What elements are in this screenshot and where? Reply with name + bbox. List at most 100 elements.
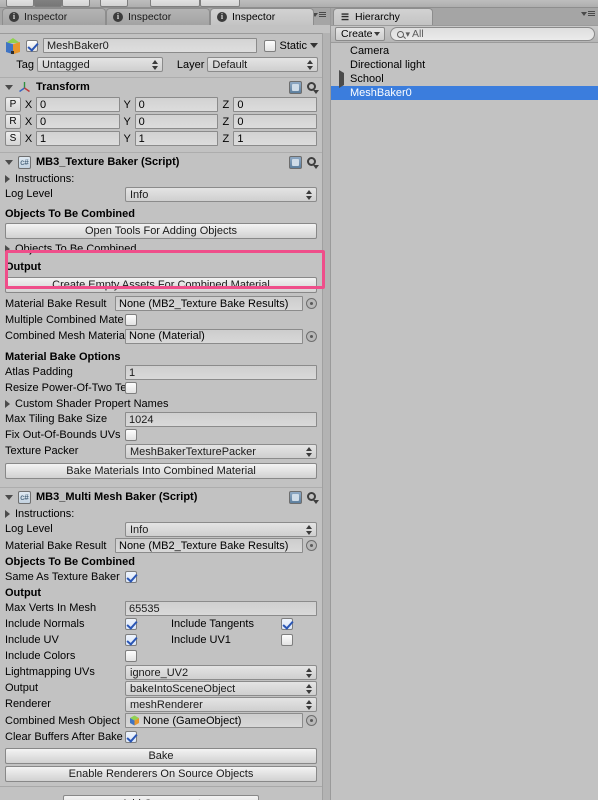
hierarchy-item-meshbaker0[interactable]: MeshBaker0 (331, 86, 598, 100)
expand-arrow-icon[interactable] (339, 70, 347, 88)
help-icon[interactable] (289, 80, 302, 94)
static-dropdown-icon[interactable] (310, 43, 318, 48)
lightmapping-value: ignore_UV2 (130, 666, 189, 679)
custom-shader-properties-foldout[interactable]: Custom Shader Propert Names (0, 396, 322, 411)
rotation-button[interactable]: R (5, 114, 21, 129)
multiple-combined-checkbox[interactable] (125, 314, 137, 326)
tab-inspector-2[interactable]: i Inspector (106, 8, 210, 25)
fix-out-of-bounds-checkbox[interactable] (125, 429, 137, 441)
gameobject-name-input[interactable]: MeshBaker0 (43, 38, 258, 53)
rotation-x-input[interactable]: 0 (36, 114, 120, 129)
include-normals-label: Include Normals (5, 618, 85, 630)
multi-material-bake-result-field[interactable]: None (MB2_Texture Bake Results) (115, 538, 303, 553)
atlas-padding-input[interactable]: 1 (125, 364, 317, 380)
include-uv-checkbox[interactable] (125, 634, 137, 646)
material-bake-result-value: None (MB2_Texture Bake Results) (119, 297, 289, 310)
gameobject-mini-cube-icon (129, 715, 140, 726)
multi-mesh-baker-foldout[interactable] (4, 494, 13, 500)
include-tangents-checkbox[interactable] (281, 618, 293, 630)
help-icon[interactable] (289, 155, 302, 169)
toolbar-play-button[interactable] (150, 0, 200, 7)
position-y-input[interactable]: 0 (134, 97, 219, 112)
texture-packer-label: Texture Packer (5, 445, 79, 457)
tag-dropdown[interactable]: Untagged (37, 57, 164, 72)
position-x-input[interactable]: 0 (36, 97, 120, 112)
output-mode-dropdown[interactable]: bakeIntoSceneObject (125, 680, 317, 696)
texture-baker-foldout[interactable] (4, 159, 13, 165)
include-colors-checkbox[interactable] (125, 650, 137, 662)
multi-mesh-baker-component-header[interactable]: c# MB3_Multi Mesh Baker (Script) (0, 487, 322, 506)
combined-mesh-object-field[interactable]: None (GameObject) (125, 713, 303, 728)
material-bake-result-picker-icon[interactable] (306, 298, 317, 309)
objects-to-be-combined-foldout[interactable]: Objects To Be Combined (0, 241, 322, 256)
layer-dropdown[interactable]: Default (207, 57, 318, 72)
include-normals-checkbox[interactable] (125, 618, 137, 630)
hierarchy-item-label: School (350, 73, 384, 85)
tab-inspector-1[interactable]: i Inspector (2, 8, 106, 25)
toolbar-pivot-toggle[interactable] (100, 0, 128, 7)
bake-button[interactable]: Bake (5, 748, 317, 764)
enable-renderers-button[interactable]: Enable Renderers On Source Objects (5, 766, 317, 782)
hierarchy-item-directional-light[interactable]: Directional light (331, 58, 598, 72)
static-checkbox[interactable] (264, 39, 277, 52)
toolbar-move-tool[interactable] (34, 0, 62, 7)
hierarchy-item-school[interactable]: School (331, 70, 598, 88)
scale-z-input[interactable]: 1 (233, 131, 318, 146)
hierarchy-panel-menu-icon[interactable] (581, 11, 595, 16)
rotation-z-input[interactable]: 0 (233, 114, 318, 129)
axis-x-label: X (24, 98, 33, 111)
scale-y-input[interactable]: 1 (134, 131, 219, 146)
hierarchy-item-camera[interactable]: Camera (331, 44, 598, 58)
renderer-dropdown[interactable]: meshRenderer (125, 696, 317, 712)
add-component-button[interactable]: Add Component (63, 795, 259, 800)
tab-hierarchy[interactable]: ☰ Hierarchy (333, 8, 433, 25)
toolbar-rotate-tool[interactable] (62, 0, 90, 7)
scale-button[interactable]: S (5, 131, 21, 146)
main-toolbar-sliver (0, 0, 598, 8)
instructions-label: Instructions: (15, 172, 75, 185)
hierarchy-search-input[interactable]: ▾ All (389, 27, 595, 41)
multi-mesh-instructions-foldout[interactable]: Instructions: (0, 506, 322, 521)
texture-baker-instructions-foldout[interactable]: Instructions: (0, 171, 322, 186)
clear-buffers-label: Clear Buffers After Bake (5, 731, 123, 743)
chevron-updown-icon (306, 524, 313, 536)
multi-material-bake-result-picker-icon[interactable] (306, 540, 317, 551)
axis-y-label: Y (123, 132, 131, 145)
create-empty-assets-button[interactable]: Create Empty Assets For Combined Materia… (5, 277, 317, 293)
position-z-input[interactable]: 0 (233, 97, 318, 112)
multi-log-level-dropdown[interactable]: Info (125, 521, 317, 537)
clear-buffers-checkbox[interactable] (125, 731, 137, 743)
material-bake-result-field[interactable]: None (MB2_Texture Bake Results) (115, 296, 303, 311)
position-button[interactable]: P (5, 97, 21, 112)
gear-icon[interactable] (306, 156, 319, 169)
transform-foldout[interactable] (4, 84, 13, 90)
resize-power-of-two-checkbox[interactable] (125, 382, 137, 394)
gear-icon[interactable] (306, 81, 319, 94)
create-button[interactable]: Create (335, 27, 385, 41)
toolbar-hand-tool[interactable] (6, 0, 34, 7)
combined-mesh-material-field[interactable]: None (Material) (125, 328, 303, 344)
texture-baker-component-header[interactable]: c# MB3_Texture Baker (Script) (0, 152, 322, 171)
include-uv1-checkbox[interactable] (281, 634, 293, 646)
texture-packer-dropdown[interactable]: MeshBakerTexturePacker (125, 443, 317, 459)
inspector-scrollbar[interactable] (322, 33, 330, 800)
help-icon[interactable] (289, 490, 302, 504)
lightmapping-dropdown[interactable]: ignore_UV2 (125, 664, 317, 680)
bake-materials-button[interactable]: Bake Materials Into Combined Material (5, 463, 317, 479)
scale-x-input[interactable]: 1 (36, 131, 120, 146)
same-as-texture-baker-checkbox[interactable] (125, 571, 137, 583)
combined-mesh-material-picker-icon[interactable] (306, 330, 317, 342)
resize-power-of-two-row: Resize Power-Of-Two Te (0, 380, 322, 396)
log-level-dropdown[interactable]: Info (125, 186, 317, 202)
tab-inspector-3[interactable]: i Inspector (210, 8, 314, 25)
toolbar-pause-button[interactable] (200, 0, 240, 7)
max-tiling-input[interactable]: 1024 (125, 411, 317, 427)
panel-menu-icon[interactable] (312, 12, 326, 17)
open-tools-button[interactable]: Open Tools For Adding Objects (5, 223, 317, 239)
gameobject-enabled-checkbox[interactable] (26, 39, 38, 52)
transform-component-header[interactable]: Transform (0, 77, 322, 96)
max-verts-input[interactable]: 65535 (125, 600, 317, 616)
combined-mesh-object-picker-icon[interactable] (306, 715, 317, 726)
gear-icon[interactable] (306, 491, 319, 504)
rotation-y-input[interactable]: 0 (134, 114, 219, 129)
